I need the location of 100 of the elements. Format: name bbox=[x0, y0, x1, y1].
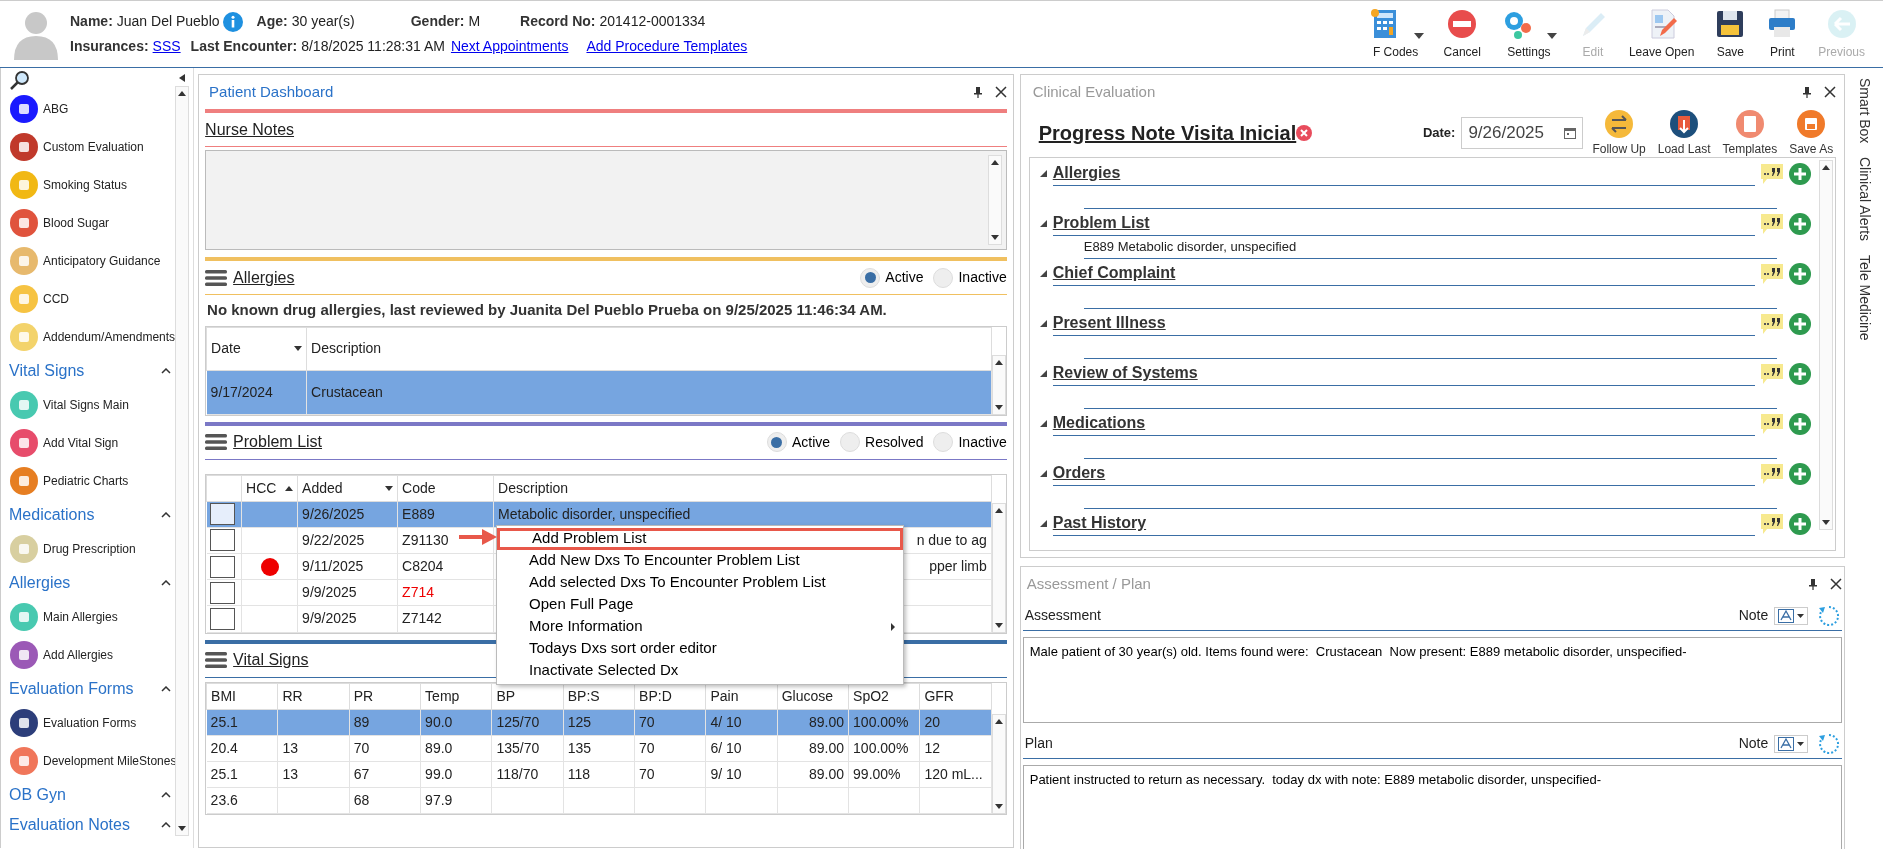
section-title[interactable]: Vital Signs bbox=[233, 648, 309, 672]
sidebar-item[interactable]: Anticipatory Guidance bbox=[9, 242, 172, 280]
filter-radio[interactable]: Active bbox=[860, 267, 924, 288]
sidebar-item[interactable]: Add Allergies bbox=[9, 636, 172, 674]
chevron-icon[interactable] bbox=[161, 512, 172, 518]
section-title[interactable]: Review of Systems bbox=[1052, 364, 1198, 381]
quote-icon[interactable] bbox=[1761, 313, 1784, 334]
filter-radio[interactable]: Resolved bbox=[840, 431, 924, 453]
insurance-link[interactable]: SSS bbox=[152, 36, 181, 57]
search-icon[interactable] bbox=[9, 70, 31, 90]
side-tab[interactable]: Tele Medicine bbox=[1853, 255, 1875, 341]
scrollbar[interactable] bbox=[991, 502, 1006, 633]
section-title[interactable]: Problem List bbox=[233, 430, 323, 454]
section-title[interactable]: Chief Complaint bbox=[1052, 264, 1176, 281]
menu-item[interactable]: Add Problem List bbox=[497, 527, 904, 550]
note-text-field[interactable]: Male patient of 30 year(s) old. Items found were: Crustacean Now present: E889 metabolic disorder, unspecified- bbox=[1022, 637, 1843, 723]
menu-icon[interactable] bbox=[205, 268, 228, 287]
action-button[interactable]: Templates bbox=[1719, 108, 1781, 158]
sidebar-item[interactable]: Blood Sugar bbox=[9, 204, 172, 242]
toolbar-button[interactable]: Settings bbox=[1492, 7, 1565, 61]
pin-icon[interactable] bbox=[1808, 578, 1819, 590]
section-title[interactable]: Past History bbox=[1052, 514, 1147, 531]
row-checkbox[interactable] bbox=[209, 607, 235, 630]
quote-icon[interactable] bbox=[1761, 163, 1784, 184]
remove-icon[interactable] bbox=[1296, 125, 1313, 141]
add-icon[interactable] bbox=[1789, 512, 1812, 535]
chevron-icon[interactable] bbox=[161, 368, 172, 374]
quote-icon[interactable] bbox=[1761, 363, 1784, 384]
sidebar-item[interactable]: Evaluation Forms bbox=[9, 704, 172, 742]
close-icon[interactable] bbox=[1830, 578, 1843, 590]
expand-icon[interactable] bbox=[1039, 270, 1047, 277]
sidebar-section-title[interactable]: OB Gyn bbox=[9, 783, 66, 807]
sidebar-item[interactable]: ABG bbox=[9, 90, 172, 128]
sidebar-item[interactable]: Vital Signs Main bbox=[9, 386, 172, 424]
toolbar-button[interactable]: F Codes bbox=[1359, 7, 1432, 61]
scrollbar[interactable] bbox=[991, 354, 1006, 415]
menu-item[interactable]: Todays Dxs sort order editor bbox=[497, 637, 904, 660]
chevron-icon[interactable] bbox=[161, 580, 172, 586]
chevron-icon[interactable] bbox=[161, 686, 172, 692]
scrollbar[interactable] bbox=[991, 713, 1006, 814]
row-checkbox[interactable] bbox=[209, 555, 235, 578]
expand-icon[interactable] bbox=[1039, 320, 1047, 327]
menu-item[interactable]: Open Full Page bbox=[497, 593, 904, 616]
sidebar-item[interactable]: Main Allergies bbox=[9, 598, 172, 636]
quote-icon[interactable] bbox=[1761, 213, 1784, 234]
expand-icon[interactable] bbox=[1039, 470, 1047, 477]
menu-item[interactable]: Inactivate Selected Dx bbox=[497, 659, 904, 682]
quote-icon[interactable] bbox=[1761, 513, 1784, 534]
filter-radio[interactable]: Active bbox=[766, 431, 831, 453]
dropdown-icon[interactable] bbox=[385, 485, 394, 491]
toolbar-button[interactable]: Save bbox=[1706, 7, 1755, 61]
refresh-icon[interactable] bbox=[1818, 604, 1841, 627]
side-tab[interactable]: Clinical Alerts bbox=[1853, 157, 1875, 242]
expand-icon[interactable] bbox=[1039, 170, 1047, 177]
section-title[interactable]: Allergies bbox=[233, 265, 295, 290]
add-icon[interactable] bbox=[1789, 312, 1812, 335]
scrollbar[interactable] bbox=[1819, 160, 1834, 530]
row-checkbox[interactable] bbox=[209, 529, 235, 552]
sidebar-item[interactable]: Drug Prescription bbox=[9, 530, 172, 568]
menu-item[interactable]: More Information bbox=[497, 615, 904, 638]
sidebar-section-title[interactable]: Allergies bbox=[9, 571, 71, 595]
row-checkbox[interactable] bbox=[209, 503, 235, 526]
refresh-icon[interactable] bbox=[1818, 732, 1841, 755]
chevron-icon[interactable] bbox=[161, 792, 172, 798]
notes-field[interactable] bbox=[205, 150, 1007, 250]
format-dropdown[interactable] bbox=[1774, 734, 1809, 753]
sidebar-section-title[interactable]: Evaluation Notes bbox=[9, 813, 130, 837]
add-icon[interactable] bbox=[1789, 212, 1812, 235]
side-tab[interactable]: Smart Box bbox=[1853, 78, 1875, 144]
sidebar-item[interactable]: Add Vital Sign bbox=[9, 424, 172, 462]
expand-icon[interactable] bbox=[1039, 370, 1047, 377]
scrollbar[interactable] bbox=[987, 155, 1002, 245]
scrollbar[interactable] bbox=[175, 86, 190, 836]
header-link[interactable]: Next Appointments bbox=[450, 36, 569, 57]
menu-item[interactable]: Add selected Dxs To Encounter Problem List bbox=[497, 571, 904, 594]
action-button[interactable]: Load Last bbox=[1654, 108, 1714, 158]
pin-icon[interactable] bbox=[972, 86, 983, 98]
section-title[interactable]: Orders bbox=[1052, 464, 1106, 481]
section-title[interactable]: Present Illness bbox=[1052, 314, 1166, 331]
header-link[interactable]: Add Procedure Templates bbox=[586, 36, 748, 57]
column-header[interactable]: Description bbox=[311, 338, 382, 360]
menu-icon[interactable] bbox=[205, 651, 228, 669]
column-header[interactable]: Description bbox=[498, 477, 569, 499]
section-title[interactable]: Medications bbox=[1052, 414, 1146, 431]
sidebar-item[interactable]: CCD bbox=[9, 280, 172, 318]
info-icon[interactable] bbox=[222, 11, 243, 32]
row-checkbox[interactable] bbox=[209, 581, 235, 604]
expand-icon[interactable] bbox=[1039, 220, 1047, 227]
action-button[interactable]: Follow Up bbox=[1589, 108, 1649, 158]
quote-icon[interactable] bbox=[1761, 263, 1784, 284]
sidebar-section-title[interactable]: Evaluation Forms bbox=[9, 677, 134, 701]
close-icon[interactable] bbox=[1824, 86, 1837, 98]
sidebar-item[interactable]: Custom Evaluation bbox=[9, 128, 172, 166]
menu-item[interactable]: Add New Dxs To Encounter Problem List bbox=[497, 549, 904, 572]
add-icon[interactable] bbox=[1789, 162, 1812, 185]
note-text-field[interactable]: Patient instructed to return as necessary. today dx with note: E889 metabolic disorder, unspecified- bbox=[1022, 765, 1843, 849]
sidebar-section-title[interactable]: Vital Signs bbox=[9, 359, 85, 383]
filter-radio[interactable]: Inactive bbox=[933, 431, 1007, 453]
pin-icon[interactable] bbox=[1802, 86, 1813, 98]
toolbar-button[interactable]: Leave Open bbox=[1620, 7, 1703, 61]
